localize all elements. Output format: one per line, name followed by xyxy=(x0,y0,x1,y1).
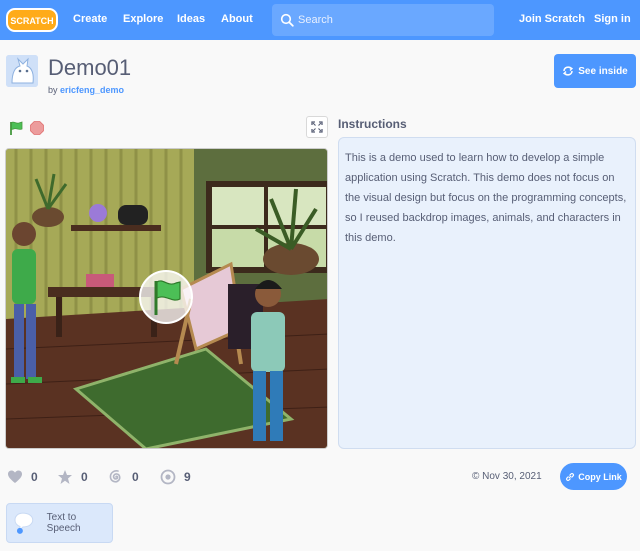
join-scratch-link[interactable]: Join Scratch xyxy=(519,13,585,25)
search-icon xyxy=(280,13,294,27)
sign-in-link[interactable]: Sign in xyxy=(594,13,631,25)
view-count: 9 xyxy=(184,470,191,484)
top-nav: SCRATCH Create Explore Ideas About Join … xyxy=(0,0,640,40)
see-inside-label: See inside xyxy=(578,65,628,77)
love-count: 0 xyxy=(31,470,38,484)
author-link[interactable]: ericfeng_demo xyxy=(60,85,124,95)
scratch-logo[interactable]: SCRATCH xyxy=(6,7,58,33)
remix-count: 0 xyxy=(132,470,139,484)
nav-explore[interactable]: Explore xyxy=(123,13,163,25)
search-box[interactable] xyxy=(272,4,494,36)
star-icon xyxy=(58,470,72,484)
remix-stat: 0 xyxy=(108,468,139,486)
logo-text: SCRATCH xyxy=(10,16,53,26)
remix-arrows-icon xyxy=(563,66,574,76)
link-icon xyxy=(566,472,575,481)
fullscreen-button[interactable] xyxy=(306,116,328,138)
copy-link-label: Copy Link xyxy=(578,471,622,482)
by-prefix: by xyxy=(48,85,58,95)
nav-about[interactable]: About xyxy=(221,13,253,25)
stop-icon[interactable] xyxy=(30,121,44,135)
project-title: Demo01 xyxy=(48,55,132,80)
text-to-speech-extension[interactable]: Text to Speech xyxy=(6,503,113,543)
speech-bubble-icon xyxy=(14,512,34,534)
search-input[interactable] xyxy=(298,10,488,30)
heart-icon xyxy=(8,470,22,483)
view-eye-icon xyxy=(160,469,176,485)
fullscreen-icon xyxy=(311,121,323,133)
project-stage[interactable] xyxy=(5,148,328,449)
share-date: © Nov 30, 2021 xyxy=(472,471,542,482)
remix-spiral-icon xyxy=(109,470,121,483)
avatar[interactable] xyxy=(6,55,38,87)
byline: by ericfeng_demo xyxy=(48,85,124,95)
green-flag-icon[interactable] xyxy=(8,120,24,136)
see-inside-button[interactable]: See inside xyxy=(554,54,636,88)
view-stat: 9 xyxy=(160,468,191,486)
stage-scene xyxy=(6,149,327,448)
nav-create[interactable]: Create xyxy=(73,13,107,25)
love-stat[interactable]: 0 xyxy=(7,468,38,486)
favorite-count: 0 xyxy=(81,470,88,484)
instructions-text: This is a demo used to learn how to deve… xyxy=(338,137,636,449)
copy-link-button[interactable]: Copy Link xyxy=(560,463,627,490)
nav-ideas[interactable]: Ideas xyxy=(177,13,205,25)
extension-label: Text to Speech xyxy=(46,512,81,534)
instructions-heading: Instructions xyxy=(338,117,407,131)
favorite-stat[interactable]: 0 xyxy=(57,468,88,486)
